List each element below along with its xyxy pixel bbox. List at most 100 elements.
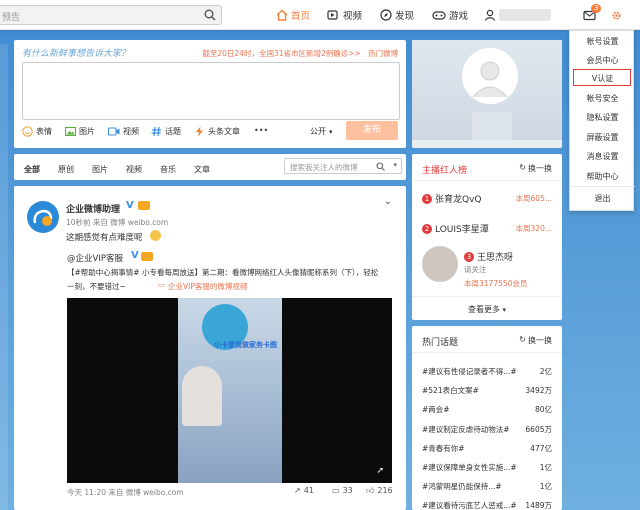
repost-button[interactable]: ↗ 41 [294, 486, 314, 495]
post-author[interactable]: 企业微博助理 [66, 202, 120, 215]
nav-game[interactable]: 游戏 [432, 0, 468, 30]
comment-button[interactable]: ▭ 33 [332, 486, 353, 495]
compose-card: 有什么新鲜事想告诉大家？ 截至20日24时，全国31省市区新增2例确诊>> 热门… [14, 40, 406, 148]
topic-count: 6605万 [525, 424, 552, 434]
default-avatar-icon [472, 61, 508, 98]
settings-button[interactable] [610, 0, 623, 30]
rank-name[interactable]: 王思杰呀 [477, 250, 513, 263]
tab-article[interactable]: 文章 [194, 164, 210, 175]
rank-count: 本周605... [515, 194, 552, 203]
search-icon[interactable] [204, 9, 216, 21]
rank-item[interactable]: 3 王思杰呀 [464, 250, 513, 263]
vip-icon [138, 201, 150, 210]
rank-avatar[interactable] [422, 246, 458, 282]
tool-video[interactable]: 视频 [108, 126, 139, 137]
tab-music[interactable]: 音乐 [160, 164, 176, 175]
topic-item[interactable]: #鸿蒙明星仍能保持...# 1亿 [422, 481, 552, 493]
topic-title[interactable]: #建议制定反虐待动物法# [422, 424, 510, 435]
rank-item[interactable]: 2 LOUIS李星潭 [422, 222, 489, 235]
fullscreen-icon[interactable]: ➚ [376, 466, 384, 476]
nav-home[interactable]: 首页 [276, 0, 310, 30]
tool-more[interactable]: ••• [254, 126, 268, 135]
search-input[interactable]: 预告 [2, 10, 20, 23]
topic-title[interactable]: #建议看待污底艺人惩戒...# [422, 500, 517, 510]
rank-refresh-button[interactable]: ↻ 换一换 [519, 163, 552, 174]
tool-topic-label: 话题 [165, 127, 181, 136]
tab-video[interactable]: 视频 [126, 164, 142, 175]
message-badge: 3 [591, 4, 602, 13]
like-button[interactable]: 👍︎ 216 [366, 486, 393, 496]
topic-item[interactable]: #建议看待污底艺人惩戒...# 1489万 [422, 500, 552, 510]
nav-user[interactable] [484, 0, 551, 30]
rank-name[interactable]: LOUIS李星潭 [435, 222, 489, 235]
topic-title[interactable]: #建议有性侵记录者不得...# [422, 366, 517, 377]
feed-tabs: 全部 原创 图片 视频 音乐 文章 搜索我关注人的微博 ▾ [14, 154, 406, 180]
left-sidebar-stub[interactable] [0, 44, 8, 510]
compose-hint: 有什么新鲜事想告诉大家？ [22, 49, 131, 59]
rank-more-button[interactable]: 查看更多 ▾ [412, 304, 562, 315]
dropdown-item[interactable]: 消息设置 [570, 151, 635, 162]
repost-count: 41 [303, 486, 314, 495]
hot-news-text[interactable]: 截至20日24时，全国31省市区新增2例确诊>> [202, 49, 360, 58]
visibility-select[interactable]: 公开 ▾ [310, 126, 333, 137]
tool-image-label: 图片 [79, 127, 95, 136]
repost-author[interactable]: @企业VIP客服 [67, 252, 123, 264]
gamepad-icon [432, 11, 446, 20]
dropdown-item[interactable]: 帮助中心 [570, 171, 635, 182]
tool-emoji[interactable]: 表情 [22, 126, 52, 137]
topic-title[interactable]: #青春有你# [422, 443, 465, 454]
tool-topic[interactable]: 话题 [151, 126, 181, 137]
rank-item[interactable]: 1 张育龙QvQ [422, 192, 482, 205]
topic-count: 1亿 [539, 463, 552, 472]
nav-video[interactable]: 视频 [327, 0, 362, 30]
topic-item[interactable]: #两会# 80亿 [422, 404, 552, 416]
tab-original[interactable]: 原创 [58, 164, 74, 175]
topics-refresh-button[interactable]: ↻ 换一换 [519, 335, 552, 346]
search-box[interactable]: 预告 [0, 5, 222, 25]
video-person [182, 366, 222, 426]
profile-card [412, 40, 562, 148]
hot-weibo-link[interactable]: 热门微博 [368, 49, 398, 58]
chevron-down-icon: ▾ [502, 306, 507, 314]
search-icon[interactable] [376, 162, 385, 171]
nav-discover[interactable]: 发现 [380, 0, 414, 30]
tab-image[interactable]: 图片 [92, 164, 108, 175]
tool-image[interactable]: 图片 [65, 126, 95, 137]
topic-item[interactable]: #建议制定反虐待动物法# 6605万 [422, 424, 552, 436]
feed-search-input[interactable]: 搜索我关注人的微博 ▾ [284, 158, 402, 174]
post-menu-chevron-icon[interactable]: ⌄ [384, 196, 392, 207]
like-count: 216 [377, 486, 393, 495]
dropdown-item[interactable]: 会员中心 [570, 55, 635, 66]
rank-follow[interactable]: 请关注 [464, 264, 487, 275]
topic-title[interactable]: #建议保障单身女性实施...# [422, 462, 517, 473]
topic-item[interactable]: #建议有性侵记录者不得...# 2亿 [422, 366, 552, 378]
tool-emoji-label: 表情 [36, 127, 52, 136]
topic-item[interactable]: #建议保障单身女性实施...# 1亿 [422, 462, 552, 474]
video-link[interactable]: 企业VIP客服的微博视频 [168, 281, 247, 292]
rank-name[interactable]: 张育龙QvQ [435, 192, 482, 205]
dropdown-item[interactable]: 帐号设置 [570, 36, 635, 47]
author-avatar[interactable] [27, 201, 59, 233]
dropdown-item[interactable]: 退出 [570, 193, 635, 204]
rank-number: 3 [464, 251, 474, 262]
messages-button[interactable]: 3 [583, 0, 602, 30]
topic-title[interactable]: #521表白文案# [422, 385, 479, 396]
camera-icon [108, 127, 120, 136]
chevron-down-icon[interactable]: ▾ [393, 161, 397, 169]
tool-article[interactable]: 头条文章 [194, 126, 240, 137]
topic-title[interactable]: #两会# [422, 404, 450, 415]
topic-item[interactable]: #521表白文案# 3492万 [422, 385, 552, 397]
nav-discover-label: 发现 [395, 11, 415, 22]
dropdown-item[interactable]: 帐号安全 [570, 93, 635, 104]
topic-title[interactable]: #鸿蒙明星仍能保持...# [422, 481, 502, 492]
dropdown-item[interactable]: 隐私设置 [570, 112, 635, 123]
tab-all[interactable]: 全部 [24, 164, 40, 175]
publish-button[interactable]: 发布 [346, 121, 398, 140]
topic-count: 477亿 [530, 443, 552, 453]
video-player[interactable]: 小卡爱我做家务卡图 ➚ [67, 298, 392, 483]
compose-textarea[interactable] [22, 62, 400, 120]
compose-hot-news[interactable]: 截至20日24时，全国31省市区新增2例确诊>> 热门微博 [202, 48, 398, 59]
topic-item[interactable]: #青春有你# 477亿 [422, 443, 552, 455]
profile-avatar[interactable] [462, 48, 518, 104]
dropdown-item[interactable]: 屏蔽设置 [570, 132, 635, 143]
